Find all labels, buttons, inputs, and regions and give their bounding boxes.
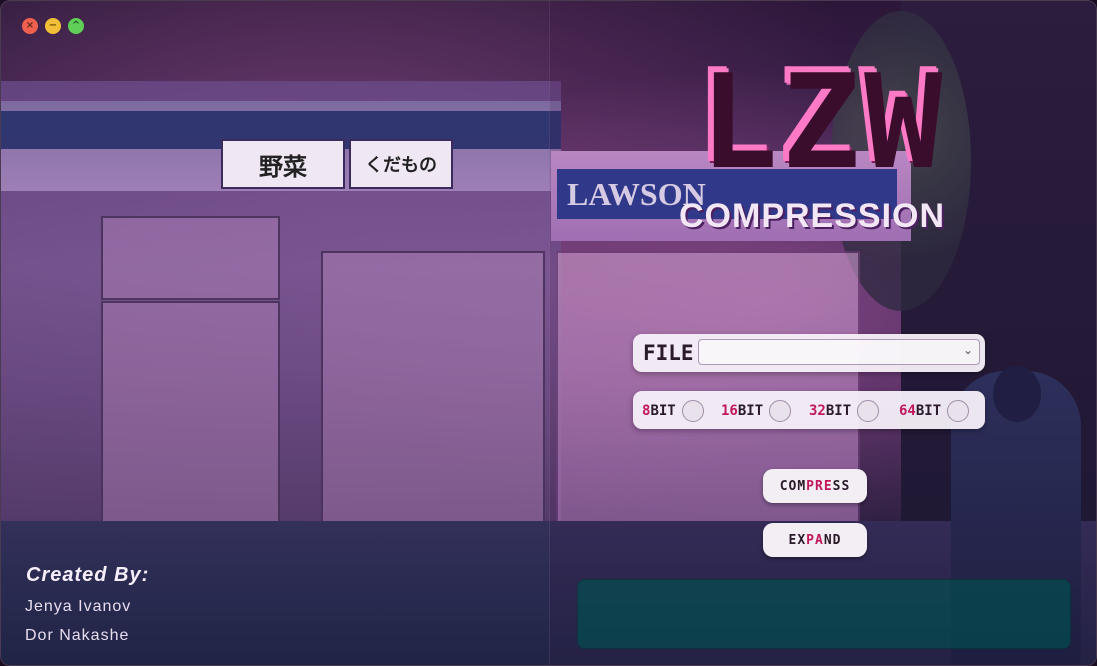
- bit-option-16[interactable]: 16 BIT: [721, 400, 792, 422]
- background-window: [101, 216, 280, 300]
- radio-64bit[interactable]: [947, 400, 970, 422]
- credit-author: Jenya Ivanov: [25, 598, 132, 615]
- bit-option-number: 16: [721, 403, 738, 419]
- compress-button[interactable]: COM PRE SS: [763, 469, 867, 503]
- file-label: FILE: [643, 341, 694, 365]
- expand-label-hi: PA: [806, 532, 824, 548]
- expand-label-pre: EX: [788, 532, 807, 548]
- credits-title: Created By:: [26, 564, 150, 586]
- credit-author: Dor Nakashe: [25, 627, 130, 644]
- close-icon: ×: [25, 20, 35, 31]
- background-window: [101, 301, 280, 525]
- bit-option-8[interactable]: 8 BIT: [642, 400, 704, 422]
- maximize-button[interactable]: ^: [68, 18, 84, 34]
- background-sign-fruits: くだもの: [349, 139, 453, 189]
- compress-label-post: SS: [832, 478, 851, 494]
- app-window: 野菜 くだもの LAWSON × − ^ LZW COMPRESSION FIL…: [0, 0, 1097, 666]
- bit-size-panel: 8 BIT 16 BIT 32 BIT 64 BIT: [633, 391, 985, 429]
- minimize-icon: −: [48, 20, 58, 31]
- bit-option-suffix: BIT: [650, 403, 676, 419]
- expand-button[interactable]: EX PA ND: [763, 523, 867, 557]
- bit-option-number: 64: [899, 403, 916, 419]
- maximize-icon: ^: [71, 20, 81, 31]
- expand-label-post: ND: [823, 532, 842, 548]
- bit-option-suffix: BIT: [825, 403, 852, 419]
- chevron-down-icon: ⌄: [962, 343, 973, 357]
- bit-option-suffix: BIT: [915, 403, 942, 419]
- file-panel: FILE ⌄: [633, 334, 985, 372]
- bit-option-number: 8: [642, 403, 651, 419]
- bit-option-64[interactable]: 64 BIT: [899, 400, 970, 422]
- background-window: [321, 251, 545, 525]
- minimize-button[interactable]: −: [45, 18, 61, 34]
- bit-option-32[interactable]: 32 BIT: [809, 400, 880, 422]
- close-button[interactable]: ×: [22, 18, 38, 34]
- file-select[interactable]: ⌄: [698, 339, 980, 365]
- app-subtitle: COMPRESSION: [679, 197, 946, 235]
- radio-32bit[interactable]: [857, 400, 880, 422]
- compress-label-pre: COM: [779, 478, 807, 494]
- radio-8bit[interactable]: [681, 400, 704, 422]
- app-logo: LZW: [629, 53, 1009, 183]
- output-area: [577, 579, 1071, 649]
- background-sign-vegetables: 野菜: [221, 139, 345, 189]
- bit-option-number: 32: [809, 403, 826, 419]
- compress-label-hi: PRE: [806, 478, 833, 494]
- radio-16bit[interactable]: [769, 400, 792, 422]
- bit-option-suffix: BIT: [737, 403, 764, 419]
